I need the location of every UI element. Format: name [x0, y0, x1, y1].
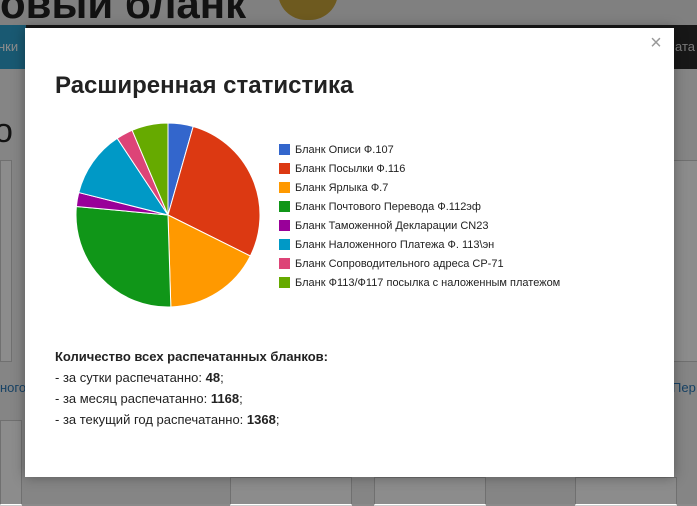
stats-year: - за текущий год распечатанно: 1368;: [55, 409, 328, 430]
legend-swatch: [279, 220, 290, 231]
legend-item-0: Бланк Описи Ф.107: [279, 140, 560, 159]
legend-item-7: Бланк Ф113/Ф117 посылка с наложенным пла…: [279, 273, 560, 292]
legend-label: Бланк Посылки Ф.116: [295, 162, 406, 175]
pie-chart: [75, 122, 261, 308]
legend-item-6: Бланк Сопроводительного адреса CP-71: [279, 254, 560, 273]
print-stats: Количество всех распечатанных бланков: -…: [55, 346, 328, 430]
stats-day-label: - за сутки распечатанно:: [55, 370, 206, 385]
close-icon[interactable]: ×: [648, 33, 664, 53]
legend-label: Бланк Ф113/Ф117 посылка с наложенным пла…: [295, 276, 561, 289]
stats-month-label: - за месяц распечатанно:: [55, 391, 211, 406]
stats-month: - за месяц распечатанно: 1168;: [55, 388, 328, 409]
legend-item-2: Бланк Ярлыка Ф.7: [279, 178, 560, 197]
pie-slice-3[interactable]: [75, 205, 172, 308]
stats-day-suffix: ;: [220, 370, 224, 385]
stats-heading: Количество всех распечатанных бланков:: [55, 349, 328, 364]
legend-label: Бланк Описи Ф.107: [295, 143, 394, 156]
legend-swatch: [279, 258, 290, 269]
legend-swatch: [279, 201, 290, 212]
legend-label: Бланк Почтового Перевода Ф.112эф: [295, 200, 481, 213]
chart-legend: Бланк Описи Ф.107 Бланк Посылки Ф.116 Блан…: [279, 140, 560, 292]
legend-label: Бланк Ярлыка Ф.7: [295, 181, 389, 194]
legend-swatch: [279, 182, 290, 193]
legend-swatch: [279, 163, 290, 174]
legend-label: Бланк Наложенного Платежа Ф. 113\эн: [295, 238, 495, 251]
stats-month-suffix: ;: [239, 391, 243, 406]
legend-item-5: Бланк Наложенного Платежа Ф. 113\эн: [279, 235, 560, 254]
stats-day-value: 48: [205, 370, 221, 385]
legend-swatch: [279, 277, 290, 288]
legend-item-1: Бланк Посылки Ф.116: [279, 159, 560, 178]
stats-modal: × Расширенная статистика Бланк Описи Ф.1…: [25, 28, 674, 477]
legend-swatch: [279, 239, 290, 250]
legend-label: Бланк Таможенной Декларации CN23: [295, 219, 489, 232]
stats-day: - за сутки распечатанно: 48;: [55, 367, 328, 388]
legend-item-4: Бланк Таможенной Декларации CN23: [279, 216, 560, 235]
legend-item-3: Бланк Почтового Перевода Ф.112эф: [279, 197, 560, 216]
modal-title: Расширенная статистика: [55, 72, 354, 99]
stats-year-label: - за текущий год распечатанно:: [55, 412, 247, 427]
stats-year-value: 1368: [246, 412, 276, 427]
legend-label: Бланк Сопроводительного адреса CP-71: [295, 257, 504, 270]
stats-month-value: 1168: [210, 391, 240, 406]
legend-swatch: [279, 144, 290, 155]
stats-year-suffix: ;: [275, 412, 280, 427]
